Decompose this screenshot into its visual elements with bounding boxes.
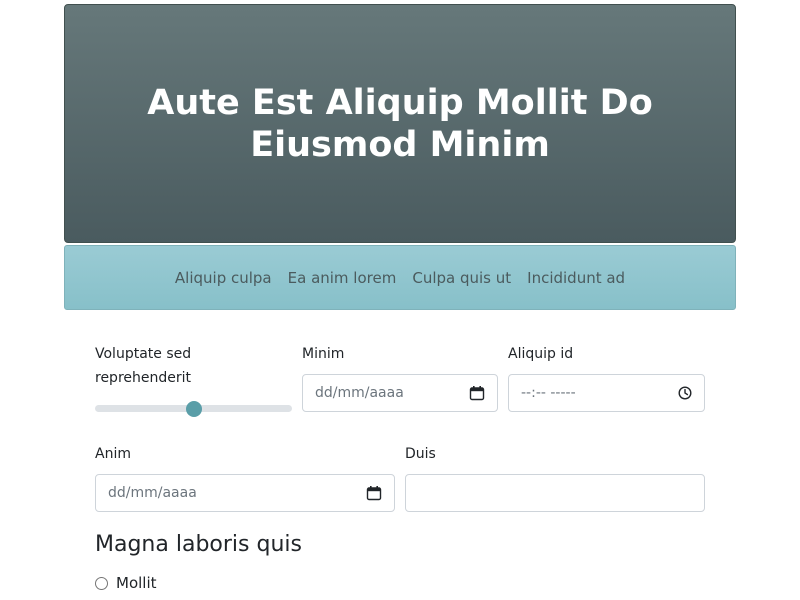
anim-label: Anim	[95, 446, 131, 462]
nav-link-culpa-quis-ut[interactable]: Culpa quis ut	[412, 269, 511, 287]
anim-date-placeholder: dd/mm/aaaa	[108, 485, 197, 501]
minim-label: Minim	[302, 346, 345, 362]
range-slider[interactable]	[95, 401, 292, 417]
hero-banner: Aute Est Aliquip Mollit Do Eiusmod Minim	[64, 4, 736, 243]
nav-link-aliquip-culpa[interactable]: Aliquip culpa	[175, 269, 272, 287]
calendar-icon[interactable]	[469, 385, 485, 401]
calendar-icon[interactable]	[366, 485, 382, 501]
section-title: Magna laboris quis	[95, 532, 302, 557]
radio-button[interactable]	[95, 576, 108, 590]
page-title: Aute Est Aliquip Mollit Do Eiusmod Minim	[147, 82, 653, 165]
aliquip-id-time-input[interactable]: --:-- -----	[508, 374, 705, 412]
duis-label: Duis	[405, 446, 436, 462]
minim-date-placeholder: dd/mm/aaaa	[315, 385, 404, 401]
nav-link-incididunt-ad[interactable]: Incididunt ad	[527, 269, 625, 287]
radio-option-mollit[interactable]: Mollit	[95, 574, 157, 592]
range-label: Voluptate sed reprehenderit	[95, 346, 192, 386]
anim-date-input[interactable]: dd/mm/aaaa	[95, 474, 395, 512]
range-slider-thumb[interactable]	[185, 401, 202, 417]
nav-link-ea-anim-lorem[interactable]: Ea anim lorem	[288, 269, 397, 287]
duis-text-input[interactable]	[405, 474, 705, 512]
aliquip-id-label: Aliquip id	[508, 346, 574, 362]
clock-icon[interactable]	[678, 386, 692, 400]
main-nav: Aliquip culpa Ea anim lorem Culpa quis u…	[64, 245, 736, 310]
radio-label: Mollit	[116, 574, 157, 592]
minim-date-input[interactable]: dd/mm/aaaa	[302, 374, 498, 412]
aliquip-id-time-placeholder: --:-- -----	[521, 385, 576, 401]
